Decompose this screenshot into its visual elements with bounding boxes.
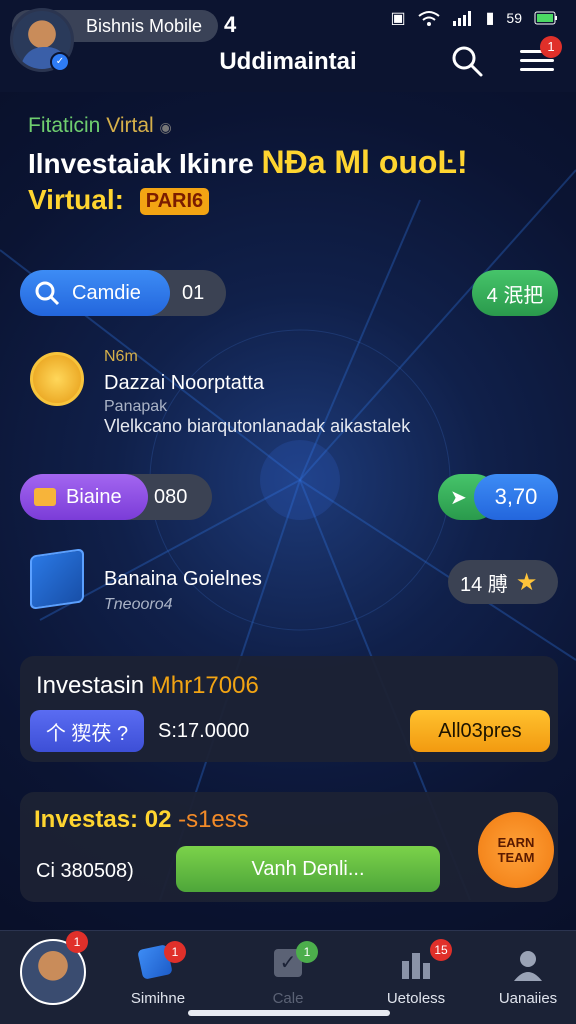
- hero-subtitle: Fitaticin Virtal ◉: [28, 114, 172, 138]
- home-indicator[interactable]: [188, 1010, 390, 1016]
- leaf-icon: ➤: [450, 486, 467, 509]
- hero-line2: Virtual: PARI6: [28, 184, 210, 216]
- nav-label: Uanaiies: [498, 990, 558, 1007]
- hero-line2-text: Virtual:: [28, 184, 124, 215]
- biaine-label: Biaine: [66, 485, 122, 508]
- menu-badge: 1: [540, 36, 562, 58]
- sim-icon: ▮: [485, 10, 495, 27]
- biaine-value: 080: [154, 485, 188, 508]
- hero-subtitle-green: Fitaticin: [28, 114, 101, 137]
- nav-item-uanaiies[interactable]: Uanaiies: [478, 931, 576, 1024]
- hero-tag: PARI6: [139, 188, 210, 216]
- camdie-value: 01: [182, 281, 205, 304]
- card2-title-gold: Investas: 02: [34, 806, 172, 833]
- card2-amount: Ci 380508): [36, 860, 134, 882]
- card1-title-gold: Mhr17006: [150, 672, 259, 699]
- card2-cta-label: Vanh Denli...: [251, 857, 365, 880]
- row2-title: Dazzai Noorptatta: [104, 372, 265, 394]
- earn-team-label: EARN TEAM: [497, 835, 535, 865]
- notification-count: 4: [224, 12, 237, 37]
- row1-right-button[interactable]: 4 泯把: [472, 270, 558, 316]
- search-button[interactable]: [450, 44, 484, 78]
- search-icon: [35, 281, 60, 306]
- page-title: Uddimaintai: [219, 48, 357, 75]
- card1-action-label: 个 猰茯 ?: [45, 722, 129, 745]
- biaine-button[interactable]: Biaine: [20, 474, 148, 520]
- user-icon: [514, 951, 542, 981]
- card2-title-orange: -s1ess: [178, 806, 249, 833]
- cast-icon: ▣: [390, 10, 406, 27]
- card1-cta-button[interactable]: All03pres: [410, 710, 550, 752]
- profile-name: Bishnis Mobile: [86, 15, 203, 36]
- search-icon: [452, 46, 483, 77]
- nav-badge: 1: [66, 931, 88, 953]
- shield-icon: ◉: [159, 119, 172, 135]
- card1-title-white: Investasin: [36, 672, 145, 699]
- wifi-icon: [417, 11, 440, 26]
- card1-amount: S:17.0000: [158, 720, 250, 742]
- card2-title: Investas: 02 -s1ess: [34, 806, 249, 834]
- row4-title: Banaina Goielnes: [104, 568, 262, 590]
- row2-sub: Panapak: [104, 398, 168, 415]
- row2-desc: Vlelkcano biarqutonlanadak aikastalek: [104, 416, 411, 436]
- clock-text: 59: [506, 10, 522, 26]
- card2-cta-button[interactable]: Vanh Denli...: [176, 846, 440, 892]
- signal-icon: [452, 11, 471, 26]
- hero-headline: Ilnvestaiak Ikinre NĐa Ml ouoĿ!: [28, 144, 468, 181]
- row4-badge[interactable]: 14 膊 ★: [448, 560, 558, 604]
- nav-label: Simihne: [130, 990, 186, 1007]
- nav-badge: 15: [430, 939, 452, 961]
- earn-team-button[interactable]: EARN TEAM: [478, 812, 554, 888]
- card1-title: Investasin Mhr17006: [36, 672, 259, 700]
- row4-sub: Tneooro4: [104, 596, 173, 613]
- card1-cta-label: All03pres: [438, 719, 522, 742]
- nav-badge: 1: [296, 941, 318, 963]
- battery-icon: [534, 11, 557, 25]
- nav-label: Cale: [272, 990, 304, 1007]
- nav-item-profile[interactable]: 1: [6, 931, 106, 1024]
- camdie-button[interactable]: Camdie: [20, 270, 170, 316]
- star-icon: ★: [515, 568, 538, 596]
- card1-action-button[interactable]: 个 猰茯 ?: [30, 710, 144, 752]
- row2-tag: N6m: [104, 348, 138, 365]
- cube-icon: [30, 548, 84, 610]
- value-pill-text: 3,70: [494, 484, 538, 509]
- system-status-bar: ▣ ▮ 59: [390, 8, 558, 28]
- row4-badge-text: 14 膊: [460, 573, 508, 596]
- hero-headline-yellow: NĐa Ml ouoĿ!: [261, 144, 468, 180]
- gift-icon: [34, 488, 56, 506]
- hero-headline-white: Ilnvestaiak Ikinre: [28, 148, 254, 179]
- gold-badge-icon: [30, 352, 84, 406]
- camdie-label: Camdie: [72, 281, 141, 304]
- building-icon: [402, 953, 430, 979]
- hero-subtitle-gold: Virtal: [106, 114, 154, 137]
- row1-right-label: 4 泯把: [486, 284, 544, 307]
- value-pill[interactable]: 3,70: [474, 474, 558, 520]
- nav-label: Uetoless: [386, 990, 446, 1007]
- nav-badge: 1: [164, 941, 186, 963]
